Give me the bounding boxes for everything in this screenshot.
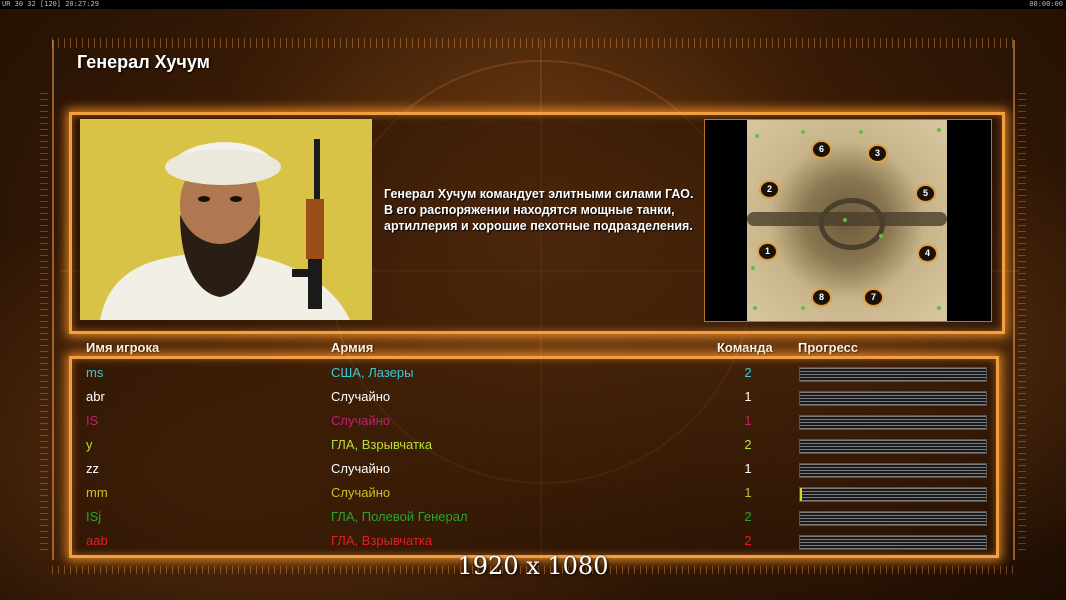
- player-name: aab: [86, 533, 108, 548]
- player-army: Случайно: [331, 413, 391, 428]
- player-army: ГЛА, Взрывчатка: [331, 437, 433, 452]
- resolution-label: 1920 x 1080: [457, 552, 609, 580]
- spawn-marker[interactable]: 5: [915, 184, 936, 203]
- player-team: 2: [744, 437, 752, 452]
- table-row: zz Случайно 1: [0, 457, 1066, 481]
- fps-stats: UR 30 32 [120] 20:27:29: [2, 0, 99, 8]
- table-row: abr Случайно 1: [0, 385, 1066, 409]
- minimap[interactable]: 6 3 2 5 1 4 8 7: [704, 119, 992, 322]
- loading-progress-bar: [799, 463, 987, 478]
- spawn-marker[interactable]: 4: [917, 244, 938, 263]
- loading-progress-bar: [799, 415, 987, 430]
- resource-dot: [801, 306, 805, 310]
- player-name: IS: [86, 413, 99, 428]
- header-player-name: Имя игрока: [86, 340, 160, 355]
- spawn-marker[interactable]: 7: [863, 288, 884, 307]
- table-row: IS Случайно 1: [0, 409, 1066, 433]
- player-army: ГЛА, Полевой Генерал: [331, 509, 468, 524]
- player-name: ms: [86, 365, 104, 380]
- resource-dot: [751, 266, 755, 270]
- spawn-marker[interactable]: 2: [759, 180, 780, 199]
- player-army: Случайно: [331, 485, 391, 500]
- player-team: 2: [744, 533, 752, 548]
- player-army: Случайно: [331, 461, 391, 476]
- loading-progress-bar: [799, 391, 987, 406]
- player-team: 1: [744, 389, 752, 404]
- player-team: 2: [744, 365, 752, 380]
- player-team: 1: [744, 461, 752, 476]
- table-row: aab ГЛА, Взрывчатка 2: [0, 529, 1066, 553]
- player-name: zz: [86, 461, 99, 476]
- header-progress: Прогресс: [798, 340, 859, 355]
- loading-progress-bar: [799, 511, 987, 526]
- resource-dot: [753, 306, 757, 310]
- spawn-marker[interactable]: 8: [811, 288, 832, 307]
- table-row: ms США, Лазеры 2: [0, 361, 1066, 385]
- general-title: Генерал Хучум: [77, 52, 210, 72]
- spawn-marker[interactable]: 6: [811, 140, 832, 159]
- player-name: y: [86, 437, 93, 452]
- resource-dot: [859, 130, 863, 134]
- general-portrait: [80, 119, 372, 320]
- player-army: Случайно: [331, 389, 391, 404]
- loading-progress-bar: [799, 535, 987, 550]
- player-team: 1: [744, 485, 752, 500]
- table-row: mm Случайно 1: [0, 481, 1066, 505]
- player-team: 2: [744, 509, 752, 524]
- table-row: ISj ГЛА, Полевой Генерал 2: [0, 505, 1066, 529]
- header-team: Команда: [717, 340, 773, 355]
- map-terrain: 6 3 2 5 1 4 8 7: [747, 120, 947, 321]
- resource-dot: [879, 234, 883, 238]
- player-army: ГЛА, Взрывчатка: [331, 533, 433, 548]
- ruler-top: [52, 38, 1016, 48]
- loading-progress-bar: [799, 439, 987, 454]
- resource-dot: [843, 218, 847, 222]
- player-name: mm: [86, 485, 108, 500]
- spawn-marker[interactable]: 3: [867, 144, 888, 163]
- loading-progress-bar: [799, 367, 987, 382]
- general-description: Генерал Хучум командует элитными силами …: [384, 187, 694, 233]
- resource-dot: [801, 130, 805, 134]
- player-name: abr: [86, 389, 105, 404]
- resource-dot: [755, 134, 759, 138]
- game-clock: 00:00:00: [1029, 0, 1063, 8]
- header-army: Армия: [331, 340, 374, 355]
- player-team: 1: [744, 413, 752, 428]
- spawn-marker[interactable]: 1: [757, 242, 778, 261]
- table-row: y ГЛА, Взрывчатка 2: [0, 433, 1066, 457]
- resource-dot: [937, 306, 941, 310]
- player-army: США, Лазеры: [331, 365, 414, 380]
- progress-fill: [800, 488, 802, 501]
- status-bar: UR 30 32 [120] 20:27:29 00:00:00: [0, 0, 1066, 9]
- player-name: ISj: [86, 509, 102, 524]
- map-center-ring: [819, 198, 885, 250]
- resource-dot: [937, 128, 941, 132]
- loading-progress-bar: [799, 487, 987, 502]
